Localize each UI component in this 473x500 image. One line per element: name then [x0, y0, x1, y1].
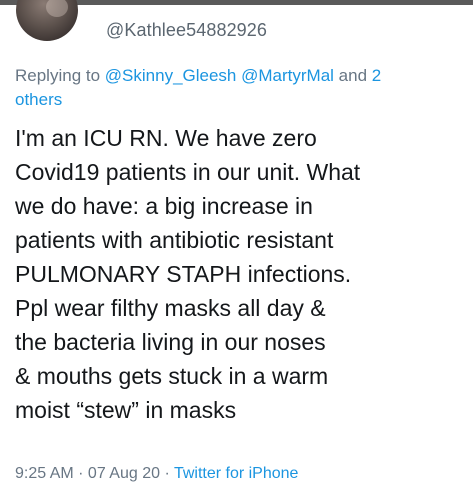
user-handle[interactable]: @Kathlee54882926	[106, 20, 267, 41]
tweet-text-line: PULMONARY STAPH infections.	[15, 261, 352, 287]
tweet-text: I'm an ICU RN. We have zero Covid19 pati…	[15, 121, 465, 427]
tweet-text-line: moist “stew” in masks	[15, 397, 237, 423]
tweet-date[interactable]: 07 Aug 20	[88, 465, 160, 482]
tweet-text-line: we do have: a big increase in	[15, 193, 313, 219]
mention-skinny-gleesh[interactable]: @Skinny_Gleesh	[105, 66, 237, 85]
others-link-count[interactable]: 2	[372, 66, 381, 85]
tweet-time[interactable]: 9:25 AM	[15, 465, 74, 482]
tweet-text-line: I'm an ICU RN. We have zero	[15, 125, 317, 151]
tweet-text-line: & mouths gets stuck in a warm	[15, 363, 329, 389]
tweet-text-line: the bacteria living in our noses	[15, 329, 326, 355]
meta-separator: ·	[160, 465, 174, 482]
avatar[interactable]	[16, 0, 78, 41]
tweet-text-line: Covid19 patients in our unit. What	[15, 159, 361, 185]
tweet-text-line: Ppl wear filthy masks all day &	[15, 295, 326, 321]
replying-to-and: and	[333, 66, 372, 85]
mention-martyrmal[interactable]: @MartyrMal	[241, 66, 334, 85]
replying-to-prefix: Replying to	[15, 66, 105, 85]
tweet-source-link[interactable]: Twitter for iPhone	[174, 465, 299, 482]
replying-to: Replying to @Skinny_Gleesh @MartyrMal an…	[15, 64, 460, 112]
tweet-meta: 9:25 AM · 07 Aug 20 · Twitter for iPhone	[15, 465, 298, 483]
meta-separator: ·	[73, 465, 88, 482]
tweet-header: @Kathlee54882926	[0, 0, 473, 51]
tweet-text-line: patients with antibiotic resistant	[15, 227, 334, 253]
others-link[interactable]: others	[15, 90, 62, 109]
